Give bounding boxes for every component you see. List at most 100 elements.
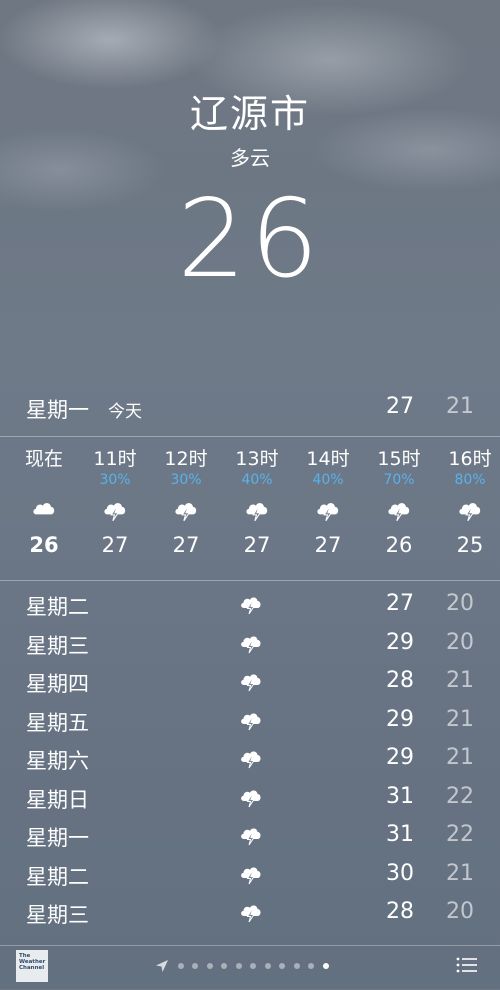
day-icon-wrap — [237, 859, 265, 887]
day-high: 31 — [386, 822, 414, 847]
daily-row: 星期二 30 21 — [0, 857, 500, 896]
thunderstorm-icon — [241, 751, 261, 769]
day-label: 星期日 — [26, 787, 89, 812]
thunderstorm-icon — [104, 503, 126, 522]
hour-label: 11时 — [93, 448, 137, 470]
hour-label: 15时 — [377, 448, 421, 470]
day-icon-wrap — [237, 743, 265, 771]
thunderstorm-icon — [241, 712, 261, 730]
daily-row: 星期二 27 20 — [0, 587, 500, 626]
current-temperature: 26 — [177, 177, 323, 302]
daily-row: 星期三 28 20 — [0, 895, 500, 934]
day-low: 21 — [446, 860, 474, 886]
hour-icon-wrap — [293, 489, 363, 529]
thunderstorm-icon — [246, 503, 268, 522]
day-high: 30 — [386, 860, 414, 886]
day-low: 21 — [446, 745, 474, 770]
day-high: 28 — [386, 668, 414, 693]
today-high: 27 — [386, 394, 414, 419]
hourly-forecast[interactable]: 现在 26 11时 30% 27 12时 30% 27 13时 40% 27 14时 40% 27 15时 7… — [0, 437, 500, 579]
daily-row: 星期五 29 21 — [0, 703, 500, 742]
day-low: 22 — [446, 783, 474, 809]
weather-channel-logo[interactable]: The Weather Channel — [16, 950, 48, 982]
thunderstorm-icon — [317, 503, 339, 522]
thunderstorm-icon — [241, 905, 261, 923]
today-summary: 星期一 今天 27 21 — [0, 388, 500, 426]
condition-text: 多云 — [230, 146, 270, 170]
hour-temp: 25 — [456, 533, 484, 557]
page-dot[interactable] — [264, 963, 271, 969]
daily-row: 星期四 28 21 — [0, 664, 500, 703]
hour-icon-wrap — [435, 489, 500, 529]
page-indicator[interactable] — [155, 956, 329, 976]
thunderstorm-icon — [175, 503, 197, 522]
hour-temp: 27 — [172, 533, 200, 557]
day-icon-wrap — [237, 782, 265, 810]
day-high: 31 — [386, 783, 414, 809]
bottom-bar: The Weather Channel — [0, 945, 500, 990]
hour-icon-wrap — [80, 489, 150, 529]
list-icon[interactable] — [456, 956, 478, 974]
page-dot[interactable] — [221, 963, 227, 969]
page-dot[interactable] — [250, 963, 256, 969]
day-high: 29 — [386, 706, 414, 732]
page-dot[interactable] — [177, 963, 184, 969]
day-label: 星期二 — [26, 595, 89, 619]
hour-icon-wrap — [222, 489, 292, 529]
precip-chance: 70% — [383, 472, 415, 488]
hour-label: 16时 — [448, 448, 492, 470]
thunderstorm-icon — [241, 597, 261, 615]
hourly-item: 15时 70% 26 — [364, 437, 434, 559]
day-low: 20 — [446, 899, 474, 924]
page-dot[interactable] — [279, 963, 285, 969]
day-high: 28 — [386, 899, 414, 924]
page-dot[interactable] — [293, 963, 300, 969]
day-icon-wrap — [237, 897, 265, 925]
hourly-item: 14时 40% 27 — [293, 437, 363, 559]
day-icon-wrap — [237, 666, 265, 694]
day-low: 21 — [446, 706, 474, 732]
thunderstorm-icon — [241, 828, 261, 846]
precip-chance: 40% — [241, 472, 273, 488]
hour-label: 13时 — [235, 448, 279, 470]
thunderstorm-icon — [241, 866, 261, 884]
hour-icon-wrap — [9, 489, 79, 529]
page-dot[interactable] — [308, 963, 314, 969]
page-dot[interactable] — [235, 963, 242, 969]
daily-forecast[interactable]: 星期二 27 20 星期三 29 20 星期四 28 21 星期五 29 21 星期六 29 21 星期日 31… — [0, 587, 500, 934]
thunderstorm-icon — [388, 503, 410, 522]
day-icon-wrap — [237, 628, 265, 656]
day-label: 星期三 — [26, 633, 89, 658]
day-high: 29 — [386, 629, 414, 655]
page-dot[interactable] — [192, 963, 198, 969]
page-dot[interactable] — [206, 963, 213, 969]
precip-chance: 80% — [454, 472, 486, 488]
precip-chance: 30% — [99, 472, 131, 488]
current-conditions: 辽源市 多云 26 — [0, 90, 500, 295]
hour-temp: 27 — [243, 533, 271, 557]
hourly-item: 12时 30% 27 — [151, 437, 221, 559]
page-dot[interactable] — [322, 963, 329, 969]
hour-icon-wrap — [151, 489, 221, 529]
thunderstorm-icon — [241, 789, 261, 807]
hour-temp: 26 — [29, 533, 59, 557]
day-label: 星期三 — [26, 903, 89, 927]
hour-temp: 26 — [385, 533, 413, 557]
day-label: 星期二 — [26, 864, 89, 889]
day-low: 22 — [446, 822, 474, 847]
today-tag: 今天 — [108, 402, 142, 422]
day-low: 20 — [446, 629, 474, 655]
daily-row: 星期六 29 21 — [0, 741, 500, 780]
hour-temp: 27 — [101, 533, 129, 557]
today-low: 21 — [446, 394, 474, 419]
hour-label: 现在 — [24, 448, 63, 470]
day-icon-wrap — [237, 705, 265, 733]
day-label: 星期一 — [26, 826, 89, 850]
cloud-icon — [33, 503, 55, 515]
daily-row: 星期日 31 22 — [0, 780, 500, 819]
precip-chance: 30% — [170, 472, 202, 488]
hour-label: 12时 — [164, 448, 208, 470]
location-arrow-icon — [156, 960, 168, 972]
today-day-label: 星期一 — [26, 398, 89, 422]
day-icon-wrap — [237, 820, 265, 848]
